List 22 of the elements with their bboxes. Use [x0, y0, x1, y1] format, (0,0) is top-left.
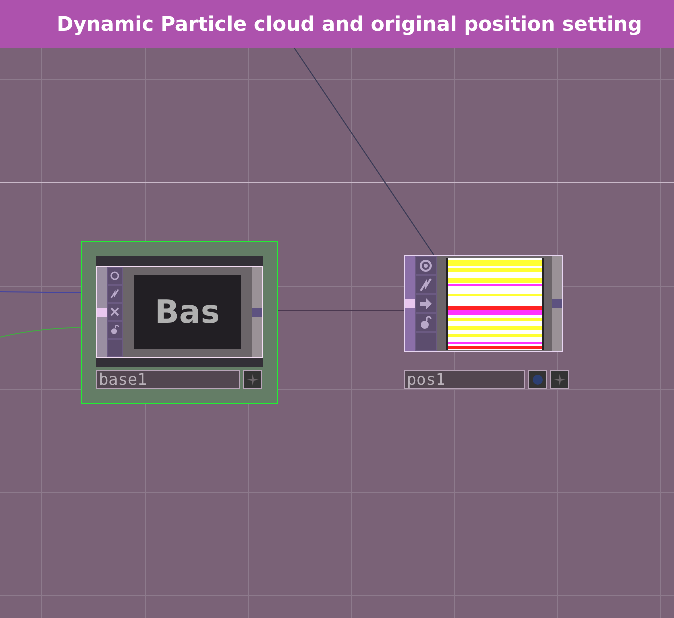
viewer-toggle-icon[interactable]: [416, 257, 436, 274]
lightning-icon[interactable]: [108, 286, 122, 302]
lock-icon[interactable]: [108, 322, 122, 338]
output-connector[interactable]: [552, 256, 562, 351]
viewer-toggle-icon[interactable]: [108, 268, 122, 284]
node-name-field[interactable]: base1: [96, 370, 240, 389]
node-frame[interactable]: pos1: [404, 255, 569, 389]
sparkle-icon[interactable]: [550, 370, 569, 389]
node-name-field[interactable]: pos1: [404, 370, 525, 389]
input-connector[interactable]: [97, 267, 107, 357]
output-connector[interactable]: [252, 267, 262, 357]
node-frame[interactable]: Bas base1: [81, 241, 278, 404]
lightning-icon[interactable]: [416, 276, 436, 293]
empty-slot: [416, 333, 436, 350]
preview-label: Bas: [154, 292, 220, 333]
close-icon[interactable]: [108, 304, 122, 320]
title-banner: Dynamic Particle cloud and original position setting: [0, 0, 674, 48]
node-body[interactable]: [404, 255, 563, 352]
node-body[interactable]: Bas: [96, 256, 263, 367]
input-connector[interactable]: [405, 256, 415, 351]
sparkle-icon[interactable]: [243, 370, 262, 389]
lock-icon[interactable]: [416, 314, 436, 331]
